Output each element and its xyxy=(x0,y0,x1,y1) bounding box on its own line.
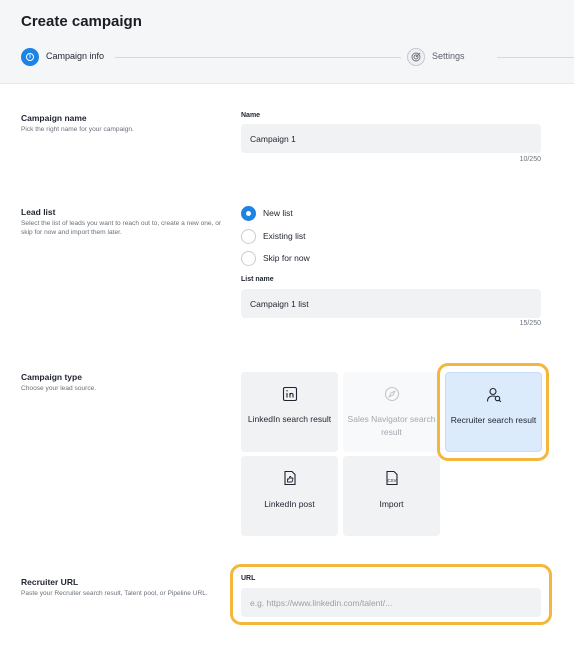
stepper-connector xyxy=(497,57,574,58)
step-settings-indicator[interactable] xyxy=(407,48,425,66)
radio-button[interactable] xyxy=(241,228,256,244)
svg-text:CSV: CSV xyxy=(387,478,396,483)
card-linkedin-post[interactable]: LinkedIn post xyxy=(241,456,338,536)
recruiter-url-input[interactable] xyxy=(241,588,541,617)
compass-icon xyxy=(384,386,399,402)
card-label: Import xyxy=(379,499,404,509)
target-icon xyxy=(411,52,421,62)
radio-new-list[interactable]: New list xyxy=(241,205,293,221)
card-label: LinkedIn search result xyxy=(247,414,332,424)
step-campaign-info-indicator[interactable]: i xyxy=(21,48,39,66)
name-field-label: Name xyxy=(241,112,261,119)
recruiter-url-title: Recruiter URL xyxy=(21,577,79,587)
linkedin-icon xyxy=(282,386,297,402)
campaign-name-char-count: 10/250 xyxy=(519,156,541,163)
page-title: Create campaign xyxy=(21,13,142,30)
card-sales-navigator-search-result: Sales Navigator search result xyxy=(343,372,440,452)
campaign-name-title: Campaign name xyxy=(21,113,87,123)
list-name-input[interactable] xyxy=(241,289,541,318)
card-label: LinkedIn post xyxy=(264,499,315,509)
list-name-field-label: List name xyxy=(241,276,274,283)
step-campaign-info-label[interactable]: Campaign info xyxy=(46,51,104,61)
page-header: Create campaign i Campaign info Settings xyxy=(0,0,574,84)
radio-label: Skip for now xyxy=(263,253,310,263)
stepper: i Campaign info Settings xyxy=(21,48,574,68)
radio-skip-for-now[interactable]: Skip for now xyxy=(241,250,310,266)
card-label: Sales Navigator search result xyxy=(347,414,436,437)
campaign-name-input[interactable] xyxy=(241,124,541,153)
url-field-label: URL xyxy=(241,575,256,582)
card-import[interactable]: CSV Import xyxy=(343,456,440,536)
stepper-connector xyxy=(115,57,401,58)
lead-list-description: Select the list of leads you want to rea… xyxy=(21,220,222,236)
radio-existing-list[interactable]: Existing list xyxy=(241,228,306,244)
radio-button[interactable] xyxy=(241,250,256,266)
campaign-name-description: Pick the right name for your campaign. xyxy=(21,126,134,133)
list-name-char-count: 15/250 xyxy=(519,320,541,327)
recruiter-url-description: Paste your Recruiter search result, Tale… xyxy=(21,590,208,597)
user-search-icon xyxy=(486,387,501,403)
lead-list-title: Lead list xyxy=(21,207,56,217)
radio-label: Existing list xyxy=(263,231,306,241)
csv-file-icon: CSV xyxy=(385,470,398,486)
radio-label: New list xyxy=(263,208,293,218)
step-settings-label[interactable]: Settings xyxy=(432,51,465,61)
thumbs-up-doc-icon xyxy=(283,470,296,486)
card-label: Recruiter search result xyxy=(450,415,537,425)
radio-button-checked[interactable] xyxy=(241,205,256,221)
card-linkedin-search-result[interactable]: LinkedIn search result xyxy=(241,372,338,452)
card-recruiter-search-result[interactable]: Recruiter search result xyxy=(445,372,542,452)
info-icon: i xyxy=(26,53,34,61)
campaign-type-title: Campaign type xyxy=(21,372,82,382)
campaign-type-description: Choose your lead source. xyxy=(21,385,97,392)
